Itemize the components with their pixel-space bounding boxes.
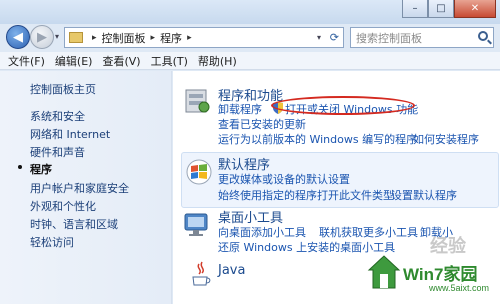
sidebar: 控制面板主页 系统和安全 网络和 Internet 硬件和声音 程序 用户帐户和… (0, 71, 172, 304)
control-panel-icon (69, 32, 83, 43)
minimize-button[interactable]: – (402, 0, 428, 18)
search-placeholder: 搜索控制面板 (356, 31, 422, 45)
menu-tools[interactable]: 工具(T) (151, 53, 188, 69)
link-run-older-programs[interactable]: 运行为以前版本的 Windows 编写的程序 (218, 131, 417, 147)
navigation-row: ◀ ▶ ▾ ▸ 控制面板 ▸ 程序 ▸ ▾ ⟳ 搜索控制面板 (0, 22, 500, 52)
watermark: Win7家园 www.5aixt.com (355, 246, 497, 300)
address-bar[interactable]: ▸ 控制面板 ▸ 程序 ▸ ▾ ⟳ (64, 27, 344, 48)
watermark-brand: Win7家园 (403, 265, 478, 284)
back-button[interactable]: ◀ (6, 25, 30, 49)
menu-help[interactable]: 帮助(H) (198, 53, 237, 69)
close-button[interactable]: ✕ (454, 0, 496, 18)
link-how-to-install[interactable]: 如何安装程序 (413, 131, 479, 147)
window-controls: – □ ✕ (402, 0, 496, 18)
house-logo-icon (367, 255, 401, 289)
link-add-gadgets[interactable]: 向桌面添加小工具 (218, 224, 306, 240)
breadcrumb-separator-icon[interactable]: ▸ (187, 33, 192, 43)
desktop-gadgets-icon[interactable] (183, 208, 211, 238)
category-title-java[interactable]: Java (218, 263, 245, 278)
current-page-bullet-icon (18, 165, 22, 169)
recent-pages-dropdown-icon[interactable]: ▾ (55, 32, 59, 41)
programs-features-icon[interactable] (183, 85, 211, 115)
link-get-more-gadgets[interactable]: 联机获取更多小工具 (319, 224, 418, 240)
link-set-default-programs[interactable]: 设置默认程序 (391, 187, 457, 203)
sidebar-item-system-security[interactable]: 系统和安全 (30, 108, 85, 124)
title-bar: – □ ✕ (0, 0, 500, 24)
default-programs-icon[interactable] (185, 157, 213, 187)
sidebar-item-appearance[interactable]: 外观和个性化 (30, 198, 96, 214)
breadcrumb-control-panel[interactable]: 控制面板 (102, 30, 146, 46)
menu-edit[interactable]: 编辑(E) (55, 53, 93, 69)
search-icon[interactable] (478, 31, 488, 41)
menu-bar: 文件(F) 编辑(E) 查看(V) 工具(T) 帮助(H) (0, 52, 500, 70)
link-always-open-filetype[interactable]: 始终使用指定的程序打开此文件类型 (218, 187, 394, 203)
sidebar-item-user-accounts[interactable]: 用户帐户和家庭安全 (30, 180, 129, 196)
breadcrumb-programs[interactable]: 程序 (160, 30, 182, 46)
maximize-button[interactable]: □ (428, 0, 454, 18)
menu-view[interactable]: 查看(V) (102, 53, 140, 69)
refresh-icon[interactable]: ⟳ (330, 31, 339, 44)
sidebar-item-control-panel-home[interactable]: 控制面板主页 (30, 81, 96, 97)
link-change-media-defaults[interactable]: 更改媒体或设备的默认设置 (218, 171, 350, 187)
link-view-installed-updates[interactable]: 查看已安装的更新 (218, 116, 306, 132)
search-input[interactable]: 搜索控制面板 (350, 27, 494, 48)
java-icon[interactable] (187, 259, 215, 289)
sidebar-item-programs[interactable]: 程序 (30, 161, 52, 177)
link-uninstall-program[interactable]: 卸载程序 (218, 101, 262, 117)
breadcrumb-separator-icon[interactable]: ▸ (92, 33, 97, 43)
menu-file[interactable]: 文件(F) (8, 53, 45, 69)
sidebar-item-hardware-sound[interactable]: 硬件和声音 (30, 144, 85, 160)
address-dropdown-icon[interactable]: ▾ (317, 33, 321, 42)
sidebar-item-clock-language[interactable]: 时钟、语言和区域 (30, 216, 118, 232)
sidebar-item-network[interactable]: 网络和 Internet (30, 126, 110, 142)
breadcrumb-separator-icon[interactable]: ▸ (151, 33, 156, 43)
sidebar-item-ease-of-access[interactable]: 轻松访问 (30, 234, 74, 250)
annotation-ring (271, 96, 415, 115)
watermark-url: www.5aixt.com (429, 283, 490, 293)
forward-button[interactable]: ▶ (30, 25, 54, 49)
